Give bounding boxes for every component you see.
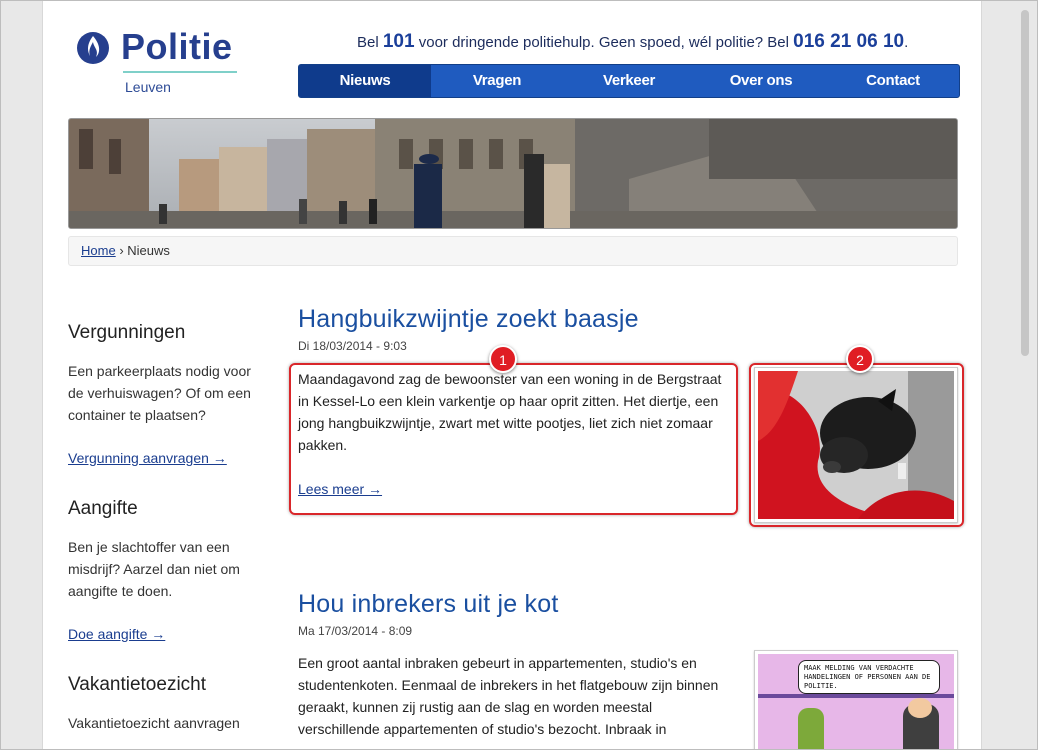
- comic-speech-bubble: MAAK MELDING VAN VERDACHTE HANDELINGEN O…: [798, 660, 940, 694]
- nav-item-verkeer[interactable]: Verkeer: [563, 65, 695, 97]
- comic-image: MAAK MELDING VAN VERDACHTE HANDELINGEN O…: [758, 654, 954, 750]
- sidebar-title: Vakantietoezicht: [68, 674, 207, 695]
- police-flame-icon: [77, 32, 109, 64]
- sidebar-block-vakantietoezicht: Vakantietoezicht Vakantietoezicht aanvra…: [68, 674, 268, 734]
- scrollbar-thumb[interactable]: [1021, 10, 1029, 356]
- callbar-prefix: Bel: [357, 34, 379, 51]
- article-thumbnail-comic[interactable]: MAAK MELDING VAN VERDACHTE HANDELINGEN O…: [754, 650, 958, 750]
- article-date: Ma 17/03/2014 - 8:09: [298, 624, 413, 638]
- sidebar-title: Aangifte: [68, 498, 138, 519]
- sidebar-block-vergunningen: Vergunningen Een parkeerplaats nodig voo…: [68, 322, 268, 468]
- comic-character-left: [798, 708, 824, 750]
- logo-underline: [123, 71, 237, 73]
- sidebar-text: Een parkeerplaats nodig voor de verhuisw…: [68, 363, 251, 423]
- callbar-suffix: .: [904, 34, 909, 51]
- emergency-number[interactable]: 101: [383, 31, 415, 52]
- main-nav: Nieuws Vragen Verkeer Over ons Contact: [298, 64, 960, 98]
- callbar-middle: voor dringende politiehulp. Geen spoed, …: [418, 34, 789, 51]
- breadcrumb-home-link[interactable]: Home: [81, 243, 116, 258]
- logo-city: Leuven: [125, 79, 171, 95]
- vergunning-aanvragen-link[interactable]: Vergunning aanvragen →: [68, 450, 227, 466]
- article-title[interactable]: Hou inbrekers uit je kot: [298, 590, 958, 619]
- breadcrumb-separator: ›: [119, 243, 124, 258]
- sidebar-block-aangifte: Aangifte Ben je slachtoffer van een misd…: [68, 498, 268, 644]
- comic-divider: [758, 694, 954, 698]
- article-text: Een groot aantal inbraken gebeurt in app…: [298, 655, 719, 737]
- nav-item-contact[interactable]: Contact: [827, 65, 959, 97]
- sidebar-text: Vakantietoezicht aanvragen: [68, 715, 240, 731]
- comic-face: [908, 698, 932, 718]
- news-article: Hou inbrekers uit je kot Ma 17/03/2014 -…: [298, 590, 958, 750]
- nav-item-vragen[interactable]: Vragen: [431, 65, 563, 97]
- nav-item-nieuws[interactable]: Nieuws: [299, 65, 431, 97]
- annotation-marker-2: 2: [846, 345, 874, 373]
- sidebar-text: Ben je slachtoffer van een misdrijf? Aar…: [68, 539, 240, 599]
- article-title[interactable]: Hangbuikzwijntje zoekt baasje: [298, 305, 958, 334]
- header-banner-photo: [68, 118, 958, 229]
- doe-aangifte-link[interactable]: Doe aangifte →: [68, 626, 165, 642]
- emergency-callbar: Bel 101 voor dringende politiehulp. Geen…: [357, 31, 908, 53]
- annotation-marker-1: 1: [489, 345, 517, 373]
- sidebar: Vergunningen Een parkeerplaats nodig voo…: [68, 322, 268, 750]
- logo-name: Politie: [121, 26, 233, 67]
- breadcrumb-current: Nieuws: [127, 243, 170, 258]
- annotation-highlight-2: [749, 363, 964, 527]
- sidebar-title: Vergunningen: [68, 322, 186, 343]
- page-scrollbar[interactable]: [1020, 6, 1030, 746]
- local-number[interactable]: 016 21 06 10: [793, 31, 904, 52]
- politie-logo[interactable]: Politie Leuven: [75, 26, 245, 98]
- breadcrumb: Home › Nieuws: [68, 236, 958, 266]
- nav-item-over-ons[interactable]: Over ons: [695, 65, 827, 97]
- article-body: Een groot aantal inbraken gebeurt in app…: [298, 652, 728, 740]
- annotation-highlight-1: [289, 363, 738, 515]
